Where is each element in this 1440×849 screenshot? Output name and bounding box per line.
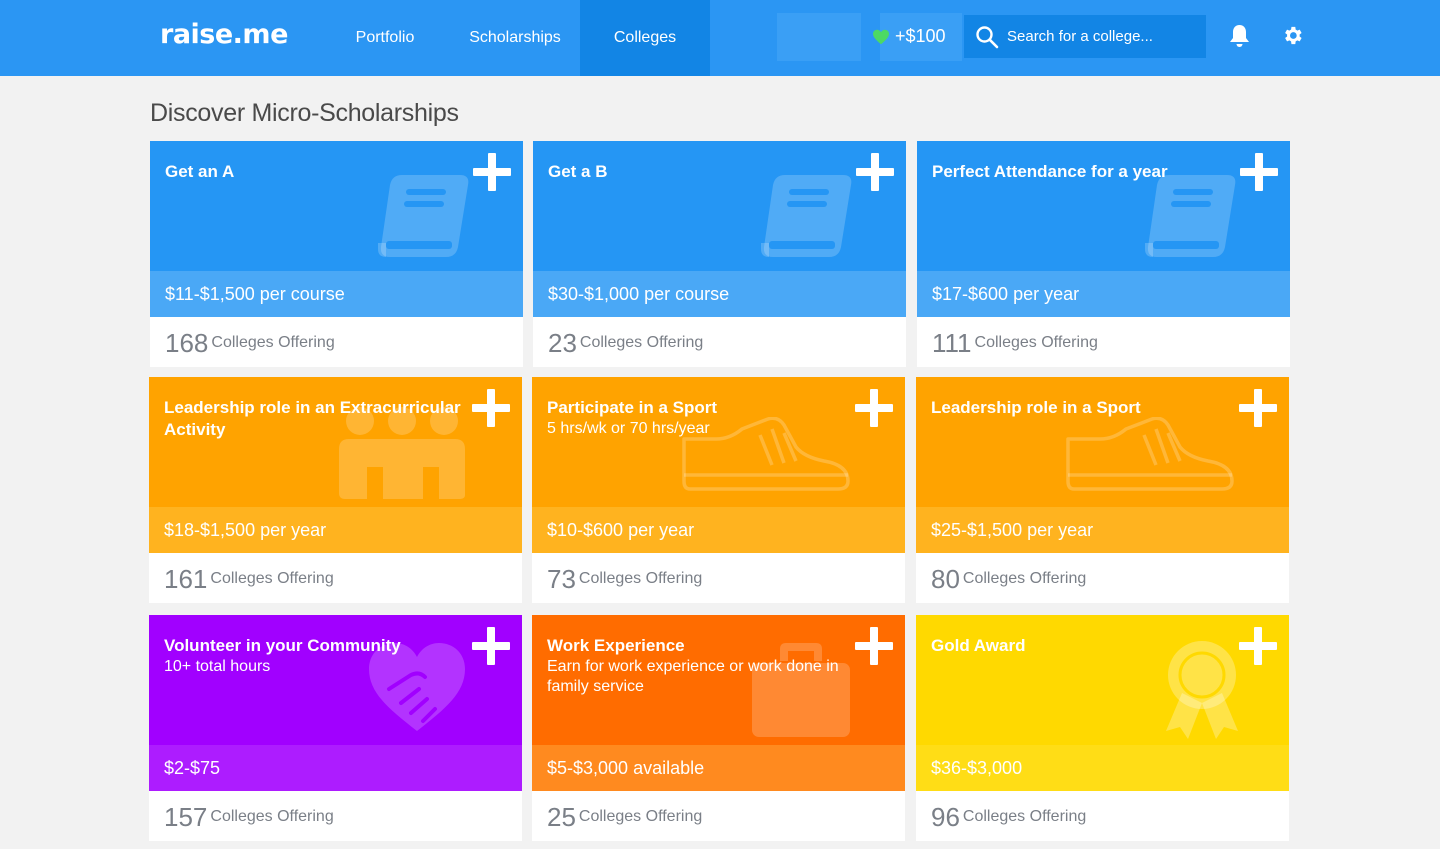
card-amount: $10-$600 per year — [532, 507, 905, 553]
add-icon[interactable] — [472, 627, 510, 665]
card-hero: Gold Award — [916, 615, 1289, 745]
book-icon — [761, 175, 852, 257]
nav-portfolio[interactable]: Portfolio — [330, 0, 440, 76]
top-navigation-bar: raise.me Portfolio Scholarships Colleges… — [0, 0, 1440, 76]
add-icon[interactable] — [855, 389, 893, 427]
gear-icon — [1285, 26, 1302, 45]
card-hero: Get an A — [150, 141, 523, 271]
settings-button[interactable] — [1281, 24, 1304, 52]
colleges-count: 96 — [931, 802, 960, 832]
card-title: Gold Award — [931, 636, 1026, 655]
card-title: Leadership role in an Extracurricular Ac… — [164, 398, 461, 439]
card-footer: 168 Colleges Offering — [150, 317, 523, 367]
card-footer: 23 Colleges Offering — [533, 317, 906, 367]
card-amount: $30-$1,000 per course — [533, 271, 906, 317]
card-title: Perfect Attendance for a year — [932, 162, 1168, 181]
card-footer: 157 Colleges Offering — [149, 791, 522, 841]
add-icon[interactable] — [1239, 389, 1277, 427]
scholarship-card[interactable]: Work Experience Earn for work experience… — [532, 615, 905, 841]
search-input[interactable]: Search for a college... — [964, 15, 1206, 58]
colleges-count: 80 — [931, 564, 960, 594]
logo[interactable]: raise.me — [160, 19, 288, 50]
colleges-offering-label: Colleges Offering — [962, 570, 1087, 587]
colleges-offering-label: Colleges Offering — [579, 334, 704, 351]
card-amount: $25-$1,500 per year — [916, 507, 1289, 553]
colleges-offering-label: Colleges Offering — [210, 808, 334, 825]
colleges-offering-label: Colleges Offering — [210, 570, 334, 587]
card-title: Work Experience — [547, 636, 685, 655]
points-balance[interactable]: +$100 — [872, 26, 946, 47]
card-title: Get a B — [548, 162, 608, 181]
card-footer: 80 Colleges Offering — [916, 553, 1289, 603]
card-amount: $36-$3,000 — [916, 745, 1289, 791]
placeholder-box — [777, 13, 861, 61]
notifications-button[interactable] — [1229, 24, 1250, 53]
card-hero: Leadership role in a Sport — [916, 377, 1289, 507]
scholarship-card[interactable]: Volunteer in your Community 10+ total ho… — [149, 615, 522, 841]
points-value: +$100 — [895, 26, 946, 46]
card-subtitle: Earn for work experience or work done in… — [547, 658, 839, 695]
card-subtitle: 10+ total hours — [164, 658, 271, 675]
card-hero: Leadership role in an Extracurricular Ac… — [149, 377, 522, 507]
scholarship-card[interactable]: Participate in a Sport 5 hrs/wk or 70 hr… — [532, 377, 905, 603]
colleges-count: 157 — [164, 802, 208, 832]
card-title: Get an A — [165, 162, 235, 181]
colleges-count: 161 — [164, 564, 208, 594]
card-amount: $5-$3,000 available — [532, 745, 905, 791]
card-footer: 96 Colleges Offering — [916, 791, 1289, 841]
card-hero: Work Experience Earn for work experience… — [532, 615, 905, 745]
search-placeholder: Search for a college... — [1007, 28, 1153, 45]
scholarship-card[interactable]: Gold Award $36-$3,000 96 Colleges Offerin… — [916, 615, 1289, 841]
add-icon[interactable] — [472, 389, 510, 427]
scholarship-card[interactable]: Get an A $11-$1,500 per course 168 Colleg… — [150, 141, 523, 367]
card-subtitle: 5 hrs/wk or 70 hrs/year — [547, 420, 710, 437]
card-amount: $17-$600 per year — [917, 271, 1290, 317]
scholarship-card[interactable]: Get a B $30-$1,000 per course 23 Colleges… — [533, 141, 906, 367]
colleges-offering-label: Colleges Offering — [974, 334, 1098, 351]
card-footer: 161 Colleges Offering — [149, 553, 522, 603]
colleges-offering-label: Colleges Offering — [962, 808, 1087, 825]
card-amount: $18-$1,500 per year — [149, 507, 522, 553]
card-hero: Perfect Attendance for a year — [917, 141, 1290, 271]
card-footer: 25 Colleges Offering — [532, 791, 905, 841]
card-title: Participate in a Sport — [547, 398, 718, 417]
card-footer: 111 Colleges Offering — [917, 317, 1290, 367]
nav-colleges[interactable]: Colleges — [580, 0, 710, 76]
scholarship-card[interactable]: Perfect Attendance for a year $17-$600 p… — [917, 141, 1290, 367]
heart-icon — [873, 29, 889, 44]
card-amount: $11-$1,500 per course — [150, 271, 523, 317]
colleges-offering-label: Colleges Offering — [578, 570, 703, 587]
add-icon[interactable] — [473, 153, 511, 191]
add-icon[interactable] — [1239, 627, 1277, 665]
book-icon — [1145, 175, 1236, 257]
bell-icon — [1230, 25, 1249, 47]
card-hero: Participate in a Sport 5 hrs/wk or 70 hr… — [532, 377, 905, 507]
colleges-offering-label: Colleges Offering — [211, 334, 335, 351]
card-hero: Volunteer in your Community 10+ total ho… — [149, 615, 522, 745]
colleges-count: 168 — [165, 328, 209, 358]
card-footer: 73 Colleges Offering — [532, 553, 905, 603]
add-icon[interactable] — [1240, 153, 1278, 191]
card-hero: Get a B — [533, 141, 906, 271]
page-title: Discover Micro-Scholarships — [150, 99, 459, 127]
colleges-count: 111 — [932, 328, 972, 358]
search-icon — [976, 26, 999, 49]
card-title: Volunteer in your Community — [164, 636, 401, 655]
colleges-count: 73 — [547, 564, 576, 594]
colleges-count: 25 — [547, 802, 576, 832]
colleges-offering-label: Colleges Offering — [578, 808, 703, 825]
card-amount: $2-$75 — [149, 745, 522, 791]
scholarship-card[interactable]: Leadership role in an Extracurricular Ac… — [149, 377, 522, 603]
add-icon[interactable] — [856, 153, 894, 191]
scholarship-card[interactable]: Leadership role in a Sport $25-$1,500 pe… — [916, 377, 1289, 603]
card-title: Leadership role in a Sport — [931, 398, 1141, 417]
nav-scholarships[interactable]: Scholarships — [450, 0, 580, 76]
colleges-count: 23 — [548, 328, 577, 358]
add-icon[interactable] — [855, 627, 893, 665]
book-icon — [378, 175, 469, 257]
sneaker-icon — [1066, 417, 1234, 491]
